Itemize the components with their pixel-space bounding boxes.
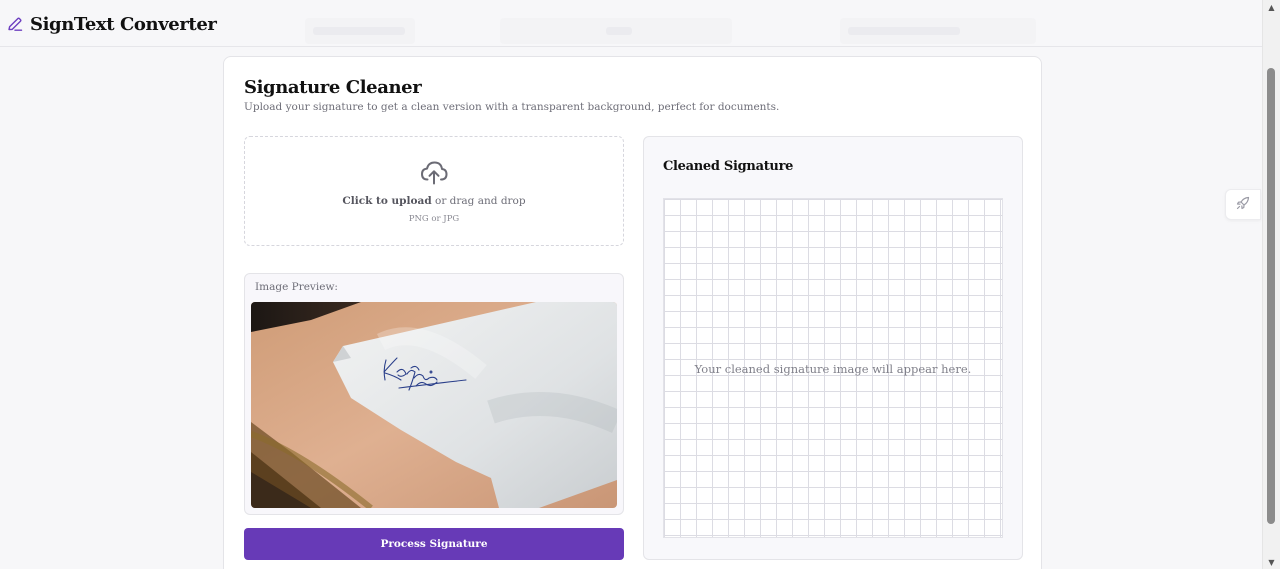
faded-nav-item: [500, 18, 732, 44]
cloud-upload-icon: [418, 156, 450, 188]
scroll-up-arrow-icon[interactable]: ▲: [1263, 0, 1280, 14]
page-subtitle: Upload your signature to get a clean ver…: [244, 101, 780, 113]
page-title: Signature Cleaner: [244, 77, 422, 98]
output-placeholder: Your cleaned signature image will appear…: [694, 362, 972, 376]
faded-nav-item: [305, 18, 415, 44]
scroll-thumb[interactable]: [1267, 68, 1275, 524]
pen-icon: [6, 15, 24, 33]
floating-action-button[interactable]: [1225, 189, 1261, 220]
signature-photo: [251, 302, 617, 508]
upload-instruction: Click to upload or drag and drop: [245, 195, 623, 207]
signature-cleaner-card: Signature Cleaner Upload your signature …: [223, 56, 1042, 569]
process-signature-button[interactable]: Process Signature: [244, 528, 624, 560]
app-title: SignText Converter: [30, 13, 217, 35]
image-preview: Image Preview:: [244, 273, 624, 515]
brand[interactable]: SignText Converter: [6, 12, 217, 36]
scroll-down-arrow-icon[interactable]: ▼: [1263, 555, 1280, 569]
cleaned-signature-panel: Cleaned Signature Your cleaned signature…: [643, 136, 1023, 560]
transparent-preview-grid: Your cleaned signature image will appear…: [663, 198, 1003, 538]
rocket-icon: [1235, 195, 1251, 215]
faded-nav-item: [840, 18, 1036, 44]
file-type-hint: PNG or JPG: [408, 214, 460, 224]
image-preview-label: Image Preview:: [255, 281, 338, 293]
upload-dropzone[interactable]: Click to upload or drag and drop PNG or …: [244, 136, 624, 246]
cleaned-signature-title: Cleaned Signature: [663, 159, 794, 174]
drag-drop-text: or drag and drop: [431, 195, 526, 207]
vertical-scrollbar[interactable]: ▲ ▼: [1262, 0, 1280, 569]
click-to-upload-link[interactable]: Click to upload: [342, 195, 431, 207]
app-header: SignText Converter: [0, 0, 1262, 47]
